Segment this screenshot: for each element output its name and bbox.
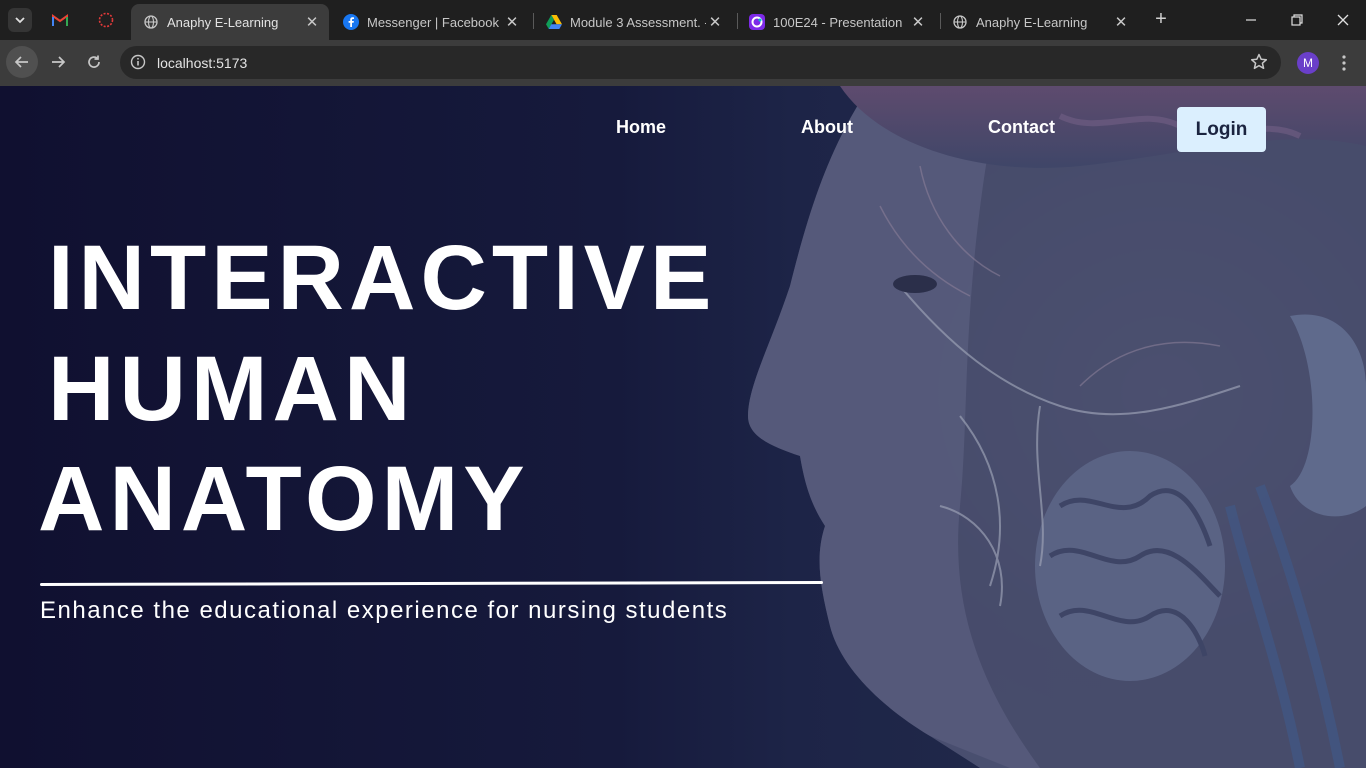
- opera-icon: [98, 12, 114, 28]
- tab-messenger[interactable]: Messenger | Facebook ✕: [331, 4, 529, 40]
- site-info-icon[interactable]: [127, 51, 149, 73]
- address-bar[interactable]: localhost:5173: [120, 46, 1281, 79]
- more-vert-icon: [1342, 55, 1346, 71]
- nav-about-link[interactable]: About: [801, 117, 853, 138]
- globe-icon: [143, 14, 159, 30]
- facebook-icon: [343, 14, 359, 30]
- tab-close-icon[interactable]: ✕: [303, 13, 321, 31]
- tab-title: 100E24 - Presentation: [773, 14, 903, 30]
- tab-anaphy-active[interactable]: Anaphy E-Learning ✕: [131, 4, 329, 40]
- tab-close-icon[interactable]: ✕: [1112, 13, 1130, 31]
- tab-title: Module 3 Assessment. - G: [570, 14, 706, 30]
- hero-title-line-1: INTERACTIVE: [48, 227, 717, 329]
- browser-menu-button[interactable]: [1334, 52, 1354, 74]
- nav-home-link[interactable]: Home: [616, 117, 666, 138]
- reload-icon: [88, 55, 100, 68]
- minimize-icon: [1246, 19, 1256, 21]
- tab-anaphy[interactable]: Anaphy E-Learning ✕: [940, 4, 1138, 40]
- forward-button[interactable]: [42, 46, 74, 78]
- address-text[interactable]: localhost:5173: [157, 55, 247, 71]
- close-window-button[interactable]: [1320, 0, 1366, 40]
- tab-title: Messenger | Facebook: [367, 14, 499, 30]
- login-button[interactable]: Login: [1177, 107, 1266, 152]
- hero-title-line-2: HUMAN: [48, 338, 416, 440]
- profile-avatar[interactable]: M: [1297, 52, 1319, 74]
- tab-title: Anaphy E-Learning: [976, 14, 1088, 30]
- pinned-tab-opera[interactable]: [94, 8, 118, 32]
- tab-close-icon[interactable]: ✕: [706, 13, 724, 31]
- tab-close-icon[interactable]: ✕: [503, 13, 521, 31]
- hero-title-line-3: ANATOMY: [38, 448, 530, 550]
- pinned-tab-gmail[interactable]: [48, 8, 72, 32]
- tab-close-icon[interactable]: ✕: [909, 13, 927, 31]
- tab-search-button[interactable]: [8, 8, 32, 32]
- google-drive-icon: [546, 14, 562, 30]
- new-tab-button[interactable]: +: [1150, 9, 1172, 31]
- forward-arrow-icon: [52, 56, 66, 68]
- tab-module-assessment[interactable]: Module 3 Assessment. - G ✕: [534, 4, 732, 40]
- bookmark-star-icon[interactable]: [1249, 52, 1269, 72]
- browser-toolbar: localhost:5173: [0, 40, 1366, 86]
- reload-button[interactable]: [78, 46, 110, 78]
- nav-contact-link[interactable]: Contact: [988, 117, 1055, 138]
- tab-strip: Anaphy E-Learning ✕ Messenger | Facebook…: [0, 0, 1366, 40]
- tab-presentation[interactable]: 100E24 - Presentation ✕: [737, 4, 935, 40]
- gmail-icon: [52, 13, 68, 26]
- hero-section: Home About Contact Login INTERACTIVE HUM…: [0, 86, 1366, 768]
- close-icon: [1337, 14, 1349, 26]
- globe-icon: [952, 14, 968, 30]
- minimize-button[interactable]: [1228, 0, 1274, 40]
- canva-icon: [749, 14, 765, 30]
- back-arrow-icon: [14, 56, 28, 68]
- back-button[interactable]: [6, 46, 38, 78]
- tab-title: Anaphy E-Learning: [167, 14, 279, 30]
- restore-button[interactable]: [1274, 0, 1320, 40]
- restore-icon: [1291, 14, 1303, 26]
- chevron-down-icon: [15, 17, 25, 24]
- hero-subtitle: Enhance the educational experience for n…: [40, 597, 729, 624]
